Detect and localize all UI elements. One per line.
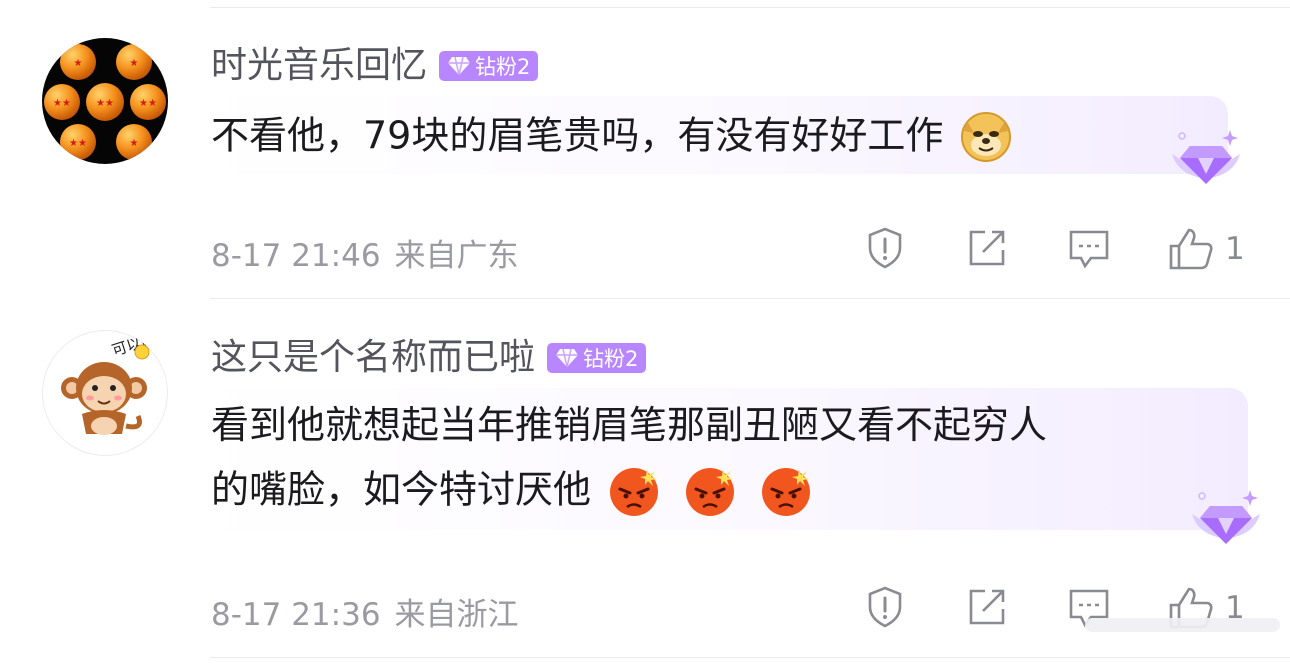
comment-meta: 8-17 21:46 来自广东 [211,230,519,275]
like-icon [1169,228,1213,270]
svg-text:★★: ★★ [53,98,71,109]
divider [210,657,1290,658]
badge-label: 钻粉2 [475,55,531,79]
comment-text-line: 不看他，79块的眉笔贵吗，有没有好好工作 [211,113,944,158]
share-button[interactable] [965,585,1009,629]
comment-text: 不看他，79块的眉笔贵吗，有没有好好工作 [200,96,1228,173]
comment-text-line-2: 的嘴脸，如今特讨厌他 [211,456,1237,521]
report-button[interactable] [863,226,907,270]
comment-meta: 8-17 21:36 来自浙江 [211,589,519,634]
comment-text-line: 的嘴脸，如今特讨厌他 [211,467,592,512]
avatar[interactable]: ★ ★ ★★ ★★ ★★ ★★ ★ [42,38,168,164]
comment-text-line: 看到他就想起当年推销眉笔那副丑陋又看不起穷人 [211,403,1048,447]
share-icon [969,230,1005,266]
username[interactable]: 时光音乐回忆 [211,48,427,84]
comment-date: 8-17 21:36 [211,597,381,633]
svg-text:★★: ★★ [139,98,157,109]
diamond-decoration-icon [1172,130,1240,184]
divider [210,298,1290,299]
svg-text:可以的: 可以的 [110,330,158,360]
svg-text:★★: ★★ [69,138,87,149]
comment-bubble[interactable]: 看到他就想起当年推销眉笔那副丑陋又看不起穷人 的嘴脸，如今特讨厌他 [200,388,1248,530]
home-indicator[interactable] [1085,618,1280,632]
comment-location: 来自浙江 [394,597,519,633]
report-icon [868,227,902,269]
report-icon [868,586,902,628]
comment-bubble[interactable]: 不看他，79块的眉笔贵吗，有没有好好工作 [200,96,1228,174]
angry-emoji-icon [686,467,735,516]
svg-text:★★: ★★ [96,98,114,109]
dragonball-avatar-icon: ★ ★ ★★ ★★ ★★ ★★ ★ [44,44,166,160]
like-count: 1 [1225,231,1245,267]
svg-text:★: ★ [130,58,139,69]
reply-icon [1069,230,1109,269]
name-row: 这只是个名称而已啦 钻粉2 [211,340,647,376]
reply-button[interactable] [1067,226,1111,270]
diamond-decoration-icon [1192,490,1260,544]
share-button[interactable] [965,226,1009,270]
fan-badge: 钻粉2 [547,343,647,373]
angry-emoji-icon [610,467,659,516]
report-button[interactable] [863,585,907,629]
monkey-avatar-icon: 可以的 [61,330,158,435]
comment-date: 8-17 21:46 [211,238,381,274]
diamond-icon [556,348,579,368]
doge-emoji-icon [961,111,1012,162]
avatar[interactable]: 可以的 [42,330,168,456]
comment-location: 来自广东 [394,238,519,274]
like-button[interactable]: 1 [1167,226,1245,272]
comment-text: 看到他就想起当年推销眉笔那副丑陋又看不起穷人 的嘴脸，如今特讨厌他 [200,388,1248,527]
svg-text:★: ★ [130,138,139,149]
username[interactable]: 这只是个名称而已啦 [211,340,535,376]
badge-label: 钻粉2 [583,347,639,371]
divider [210,7,1290,8]
angry-emoji-icon [762,467,811,516]
comment-list: ★ ★ ★★ ★★ ★★ ★★ ★ 时光音乐回忆 钻粉2 不看他，79块的眉笔贵… [0,0,1290,664]
name-row: 时光音乐回忆 钻粉2 [211,48,539,84]
diamond-icon [448,56,471,76]
share-icon [969,589,1005,625]
svg-text:★: ★ [74,58,83,69]
fan-badge: 钻粉2 [439,51,539,81]
